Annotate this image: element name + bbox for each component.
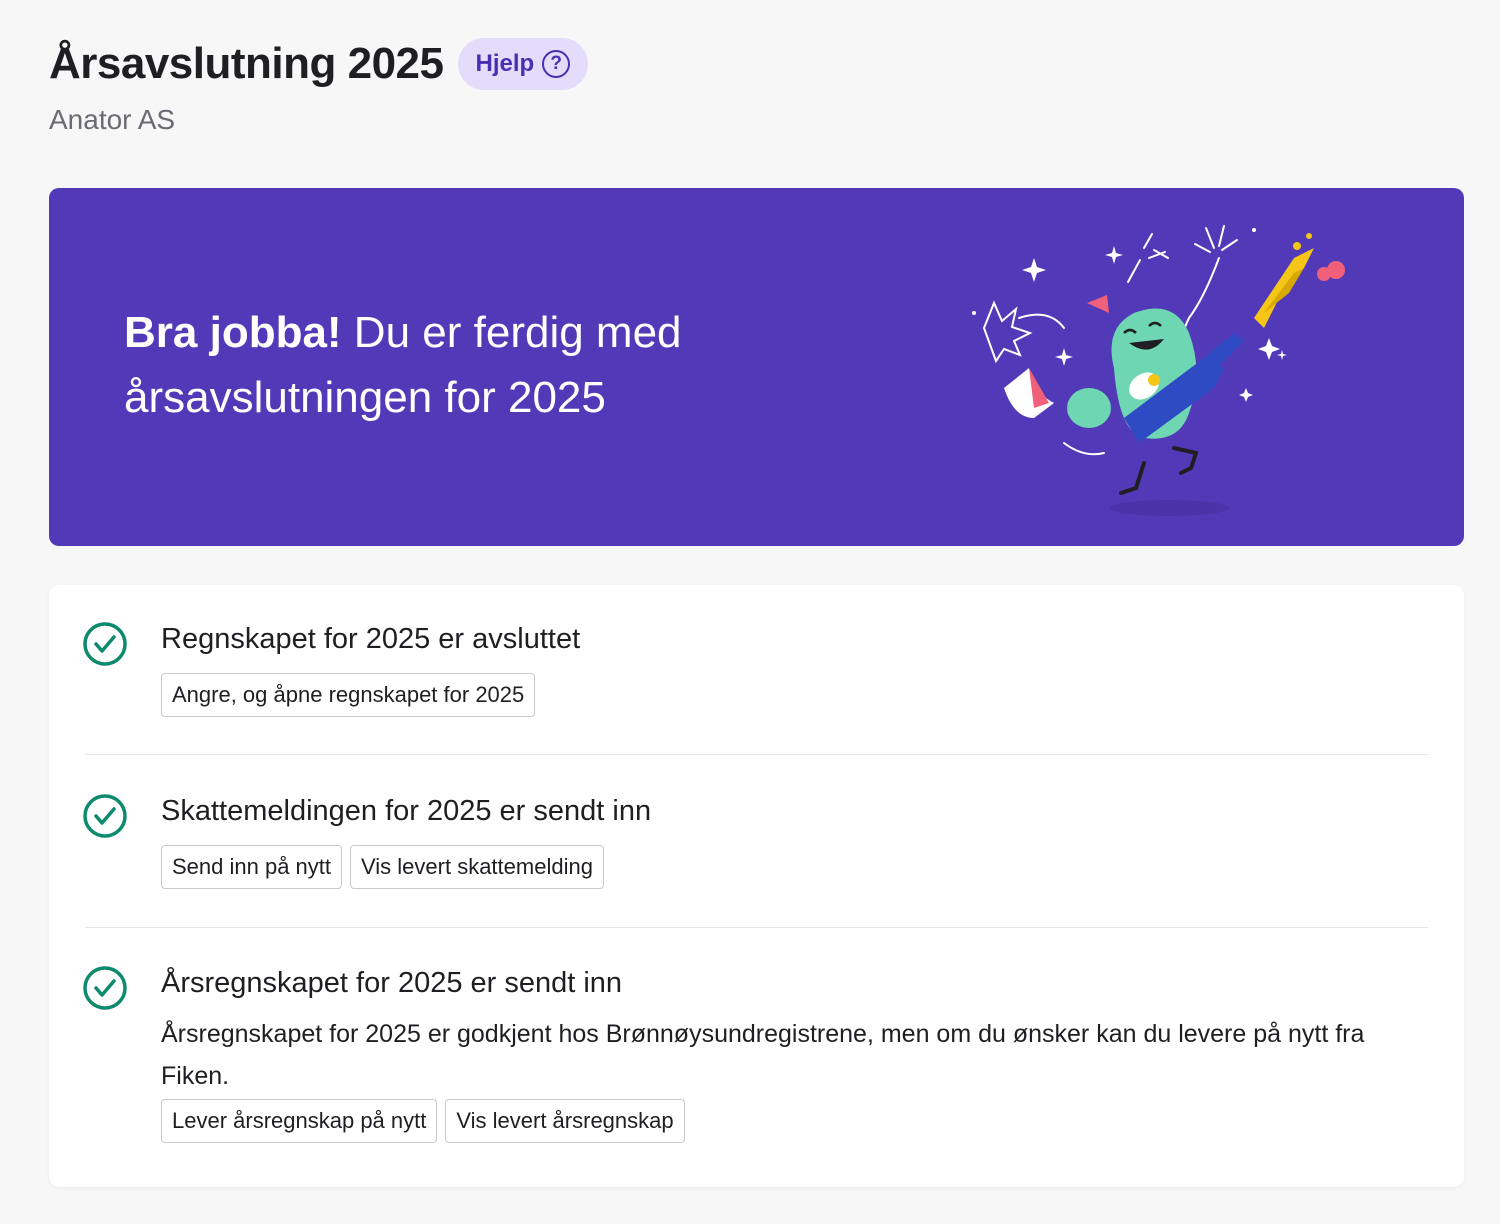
step-body: Årsregnskapet for 2025 er sendt inn Årsr… [161, 965, 1414, 1143]
resubmit-annual-accounts-button[interactable]: Lever årsregnskap på nytt [161, 1099, 438, 1143]
celebration-illustration [972, 225, 1345, 516]
step-actions: Angre, og åpne regnskapet for 2025 [161, 673, 1414, 717]
page-title: Årsavslutning 2025 [49, 39, 444, 88]
company-name: Anator AS [49, 104, 176, 135]
check-circle-icon [83, 966, 127, 1010]
step-title: Årsregnskapet for 2025 er sendt inn [161, 967, 623, 999]
step-description: Årsregnskapet for 2025 er godkjent hos B… [161, 1020, 1365, 1090]
step-body: Regnskapet for 2025 er avsluttet Angre, … [161, 621, 1414, 717]
reopen-accounting-button[interactable]: Angre, og åpne regnskapet for 2025 [161, 673, 536, 717]
page-header: Årsavslutning 2025 Hjelp ? Anator AS [49, 38, 589, 136]
resubmit-tax-return-button[interactable]: Send inn på nytt [161, 845, 343, 889]
question-circle-icon: ? [542, 50, 571, 78]
check-circle-icon [83, 794, 127, 838]
divider [85, 927, 1428, 928]
step-title: Skattemeldingen for 2025 er sendt inn [161, 795, 652, 827]
check-circle-icon [83, 622, 127, 666]
step-body: Skattemeldingen for 2025 er sendt inn Se… [161, 793, 1414, 889]
banner-headline: Bra jobba! Du er ferdig med årsavslutnin… [124, 300, 764, 430]
step-actions: Lever årsregnskap på nytt Vis levert års… [161, 1099, 1414, 1143]
step-actions: Send inn på nytt Vis levert skattemeldin… [161, 845, 1414, 889]
banner-headline-bold: Bra jobba! [124, 308, 342, 357]
title-row: Årsavslutning 2025 Hjelp ? [49, 38, 589, 90]
help-button[interactable]: Hjelp ? [457, 38, 589, 90]
divider [85, 754, 1428, 755]
help-label: Hjelp [475, 50, 535, 77]
success-banner: Bra jobba! Du er ferdig med årsavslutnin… [49, 188, 1464, 546]
view-tax-return-button[interactable]: Vis levert skattemelding [350, 845, 604, 889]
view-annual-accounts-button[interactable]: Vis levert årsregnskap [445, 1099, 685, 1143]
step-title: Regnskapet for 2025 er avsluttet [161, 623, 581, 655]
status-card: Regnskapet for 2025 er avsluttet Angre, … [49, 585, 1464, 1187]
